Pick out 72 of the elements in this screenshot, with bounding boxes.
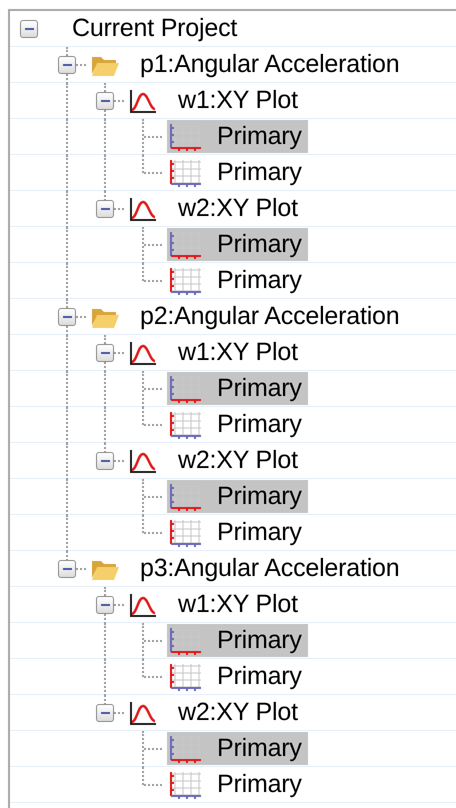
collapse-toggle[interactable]: [96, 452, 114, 470]
chart-icon: [128, 88, 158, 114]
grid-icon: [167, 770, 203, 800]
grid-icon: [167, 374, 203, 404]
item-label: Primary: [217, 480, 302, 512]
collapse-toggle[interactable]: [20, 20, 38, 38]
grid-icon: [167, 734, 203, 764]
item-label: w2:XY Plot: [178, 444, 298, 476]
item-label: Primary: [217, 768, 302, 800]
tree-item[interactable]: Primary: [167, 372, 308, 405]
collapse-toggle[interactable]: [96, 704, 114, 722]
grid-icon: [167, 158, 203, 188]
grid-icon: [167, 518, 203, 548]
grid-icon: [167, 122, 203, 152]
tree-item[interactable]: Primary: [167, 624, 308, 657]
minus-icon: [100, 712, 110, 714]
item-label: Primary: [217, 228, 302, 260]
chart-icon: [128, 448, 158, 474]
chart-icon: [128, 700, 158, 726]
grid-icon: [167, 662, 203, 692]
item-label: p3:Angular Acceleration: [140, 552, 400, 584]
item-label: Primary: [217, 408, 302, 440]
item-label: Primary: [217, 660, 302, 692]
collapse-toggle[interactable]: [58, 308, 76, 326]
item-label: w1:XY Plot: [178, 336, 298, 368]
chart-icon: [128, 340, 158, 366]
minus-icon: [100, 460, 110, 462]
item-label: Primary: [217, 732, 302, 764]
grid-icon: [167, 626, 203, 656]
collapse-toggle[interactable]: [58, 560, 76, 578]
tree-item[interactable]: Primary: [167, 120, 308, 153]
tree-item[interactable]: Primary: [167, 732, 308, 765]
minus-icon: [62, 316, 72, 318]
item-label: w2:XY Plot: [178, 192, 298, 224]
tree-item[interactable]: Primary: [167, 228, 308, 261]
grid-icon: [167, 410, 203, 440]
collapse-toggle[interactable]: [96, 344, 114, 362]
item-label: Primary: [217, 624, 302, 656]
tree-item[interactable]: Primary: [167, 660, 308, 693]
minus-icon: [100, 208, 110, 210]
minus-icon: [100, 100, 110, 102]
item-label: Current Project: [72, 12, 238, 44]
tree-item[interactable]: Primary: [167, 408, 308, 441]
collapse-toggle[interactable]: [96, 596, 114, 614]
item-label: w1:XY Plot: [178, 588, 298, 620]
item-label: Primary: [217, 120, 302, 152]
item-label: Primary: [217, 372, 302, 404]
item-label: p2:Angular Acceleration: [140, 300, 400, 332]
grid-icon: [167, 482, 203, 512]
minus-icon: [100, 604, 110, 606]
item-label: w1:XY Plot: [178, 84, 298, 116]
tree-item[interactable]: Primary: [167, 264, 308, 297]
item-label: Primary: [217, 264, 302, 296]
chart-icon: [128, 592, 158, 618]
minus-icon: [100, 352, 110, 354]
collapse-toggle[interactable]: [96, 92, 114, 110]
tree-item[interactable]: Primary: [167, 156, 308, 189]
item-label: p1:Angular Acceleration: [140, 48, 400, 80]
collapse-toggle[interactable]: [96, 200, 114, 218]
item-label: w2:XY Plot: [178, 696, 298, 728]
minus-icon: [62, 568, 72, 570]
grid-icon: [167, 230, 203, 260]
chart-icon: [128, 196, 158, 222]
collapse-toggle[interactable]: [58, 56, 76, 74]
tree-item[interactable]: Primary: [167, 768, 308, 801]
tree-item[interactable]: Primary: [167, 516, 308, 549]
grid-icon: [167, 266, 203, 296]
minus-icon: [62, 64, 72, 66]
item-label: Primary: [217, 156, 302, 188]
minus-icon: [24, 28, 34, 30]
tree-item[interactable]: Primary: [167, 480, 308, 513]
item-label: Primary: [217, 516, 302, 548]
